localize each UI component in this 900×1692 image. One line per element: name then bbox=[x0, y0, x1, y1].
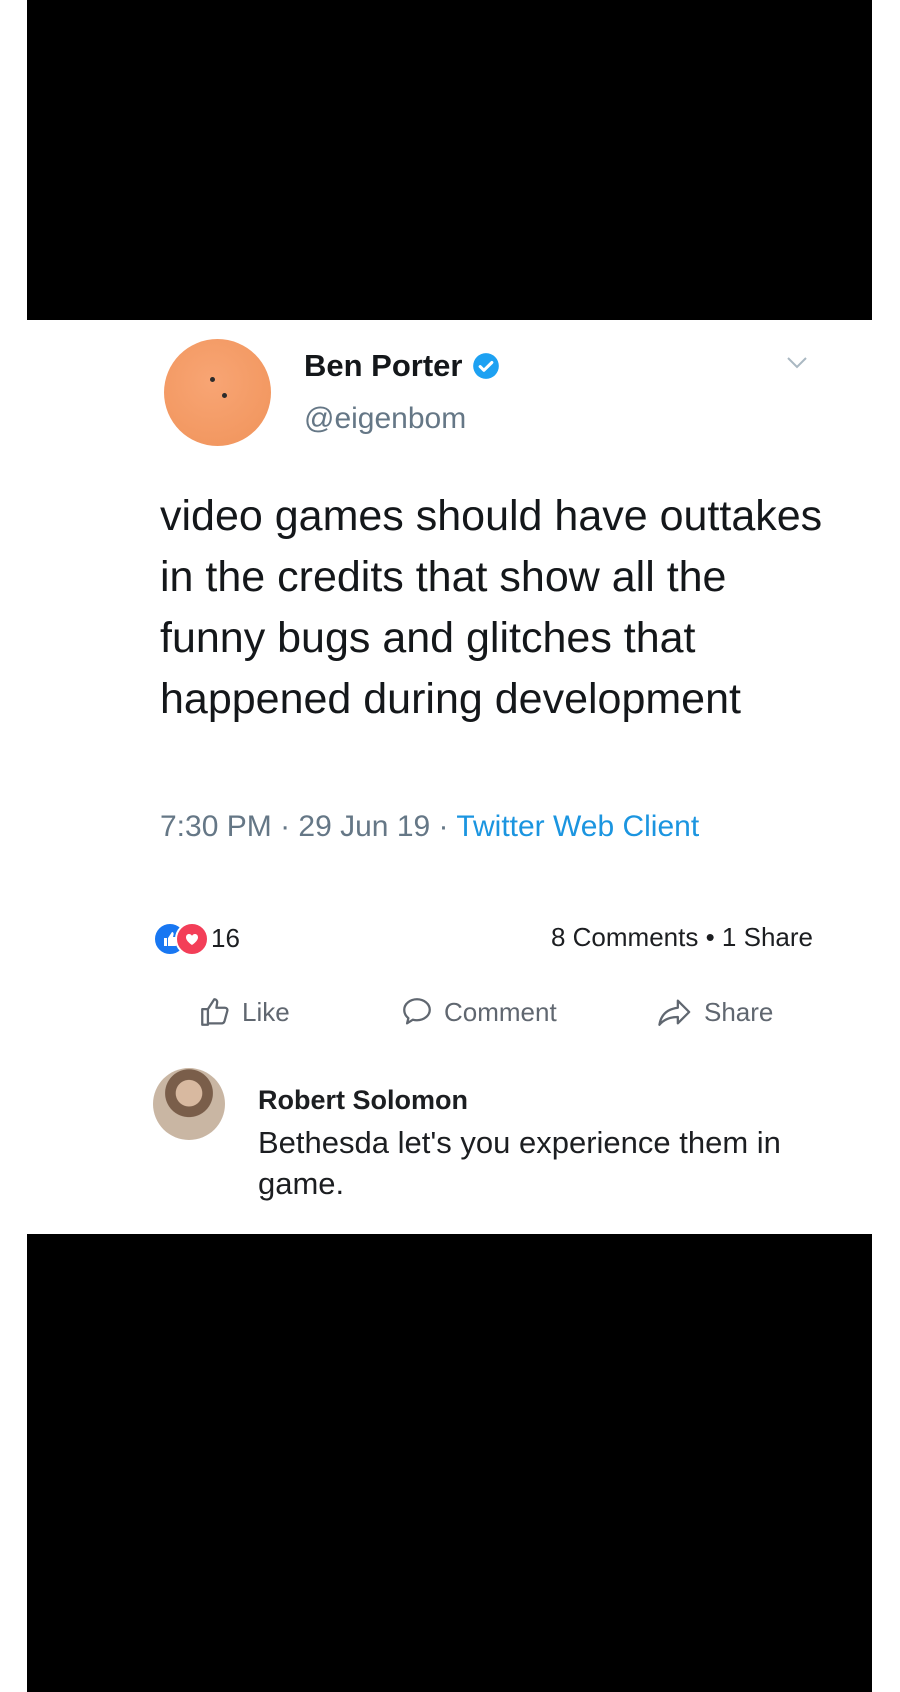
meta-separator: · bbox=[430, 810, 457, 843]
share-button[interactable]: Share bbox=[656, 995, 773, 1029]
share-arrow-icon bbox=[658, 999, 691, 1026]
tweet-author-name[interactable]: Ben Porter bbox=[304, 348, 462, 384]
post-actions-bar: Like Comment Share bbox=[0, 995, 900, 1039]
meta-separator: · bbox=[271, 810, 299, 843]
commenter-name[interactable]: Robert Solomon bbox=[258, 1085, 468, 1116]
comment-bubble-icon bbox=[403, 998, 431, 1025]
commenter-avatar[interactable] bbox=[153, 1068, 225, 1140]
tweet-handle[interactable]: @eigenbom bbox=[304, 402, 466, 436]
verified-badge-icon bbox=[473, 353, 500, 379]
counts-separator: • bbox=[698, 922, 722, 952]
avatar-eye bbox=[222, 393, 227, 398]
avatar-eye bbox=[210, 377, 215, 382]
shares-count-link[interactable]: 1 Share bbox=[722, 922, 813, 952]
like-label: Like bbox=[242, 996, 290, 1027]
reaction-icons bbox=[153, 922, 209, 956]
like-button[interactable]: Like bbox=[198, 995, 290, 1029]
tweet-author-row: Ben Porter bbox=[304, 348, 500, 384]
comment-label: Comment bbox=[444, 996, 557, 1027]
tweet-author-avatar[interactable] bbox=[164, 339, 271, 446]
share-label: Share bbox=[704, 996, 774, 1027]
top-black-bar bbox=[27, 0, 872, 320]
tweet-meta: 7:30 PM · 29 Jun 19 · Twitter Web Client bbox=[160, 810, 699, 844]
comment-button[interactable]: Comment bbox=[400, 995, 557, 1029]
bottom-black-bar bbox=[27, 1234, 872, 1692]
reaction-count: 16 bbox=[211, 922, 240, 953]
tweet-client[interactable]: Twitter Web Client bbox=[456, 810, 699, 843]
comments-count-link[interactable]: 8 Comments bbox=[551, 922, 698, 952]
post-counts: 8 Comments • 1 Share bbox=[551, 922, 813, 953]
reactions-summary[interactable]: 16 bbox=[153, 922, 240, 956]
tweet-text: video games should have outtakes in the … bbox=[160, 492, 823, 723]
comment-text: Bethesda let's you experience them in ga… bbox=[258, 1125, 781, 1201]
love-reaction-icon bbox=[175, 922, 209, 956]
tweet-date[interactable]: 29 Jun 19 bbox=[298, 810, 430, 843]
chevron-down-icon[interactable] bbox=[786, 356, 808, 370]
thumbs-up-icon bbox=[201, 998, 229, 1026]
tweet-time[interactable]: 7:30 PM bbox=[160, 810, 272, 843]
